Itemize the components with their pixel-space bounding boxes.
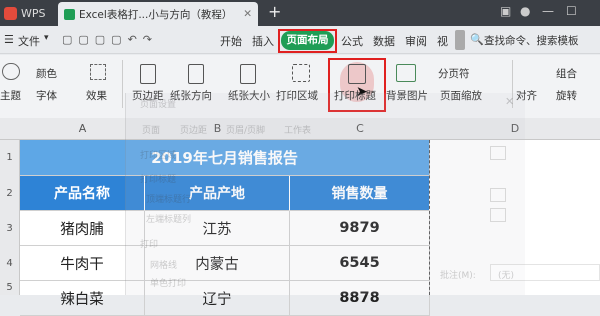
tab-review[interactable]: 审阅 [405,33,427,49]
avatar[interactable]: ● [520,4,530,18]
dialog-tab[interactable]: 页面 [142,123,160,136]
chevron-down-icon[interactable]: ▾ [44,33,49,43]
group-button[interactable]: 组合 [556,66,577,81]
maximize-icon[interactable]: ☐ [566,4,577,18]
wps-logo-icon [4,7,17,20]
command-search-input[interactable]: 查找命令、搜索模板 [484,33,579,48]
corner-select[interactable] [0,118,20,140]
page-break-button[interactable]: 分页符 [438,66,470,81]
dialog-title: 页面设置 [140,100,177,110]
paper-size-icon [240,64,256,84]
close-tab-icon[interactable]: ✕ [243,8,252,20]
rotate-button[interactable]: 旋转 [556,88,577,103]
print-area-icon [292,64,310,82]
tab-insert[interactable]: 插入 [252,33,274,49]
print-label: 打印 [140,240,159,250]
quick-access-toolbar[interactable]: ▢▢▢▢↶↷ [62,33,158,46]
tab-home[interactable]: 开始 [220,33,242,49]
row-header[interactable]: 3 [0,211,20,246]
wps-tab-label: WPS [21,7,46,20]
tab-page-layout[interactable]: 页面布局 [281,31,334,50]
dialog-tab[interactable]: 工作表 [284,123,311,136]
orientation-icon [188,64,204,84]
row-header[interactable]: 2 [0,176,20,211]
sidebar-toggle-icon[interactable]: ▣ [500,4,511,18]
collapse-icon[interactable] [490,208,506,222]
wps-home-tab[interactable]: WPS [0,3,50,24]
collapse-icon[interactable] [490,188,506,202]
gridlines-checkbox[interactable]: 网格线 [150,258,177,271]
comments-label: 批注(M): [440,271,476,281]
hamburger-icon[interactable]: ☰ [4,33,14,46]
effect-icon [90,64,106,80]
theme-icon[interactable] [2,63,20,80]
tab-scroll-button[interactable] [455,30,465,50]
tab-formula[interactable]: 公式 [341,33,363,49]
document-tab-label: Excel表格打...小与方向（教程） [79,8,233,21]
new-tab-button[interactable]: + [268,2,281,21]
color-button[interactable]: 颜色 [36,66,57,81]
divider [122,60,123,108]
close-icon[interactable]: ✕ [505,95,514,108]
minimize-icon[interactable]: — [542,4,554,18]
comments-select-value: (无) [498,271,515,281]
top-row-label: 顶端标题行 [146,195,192,205]
mono-print-checkbox[interactable]: 单色打印 [150,276,186,289]
margin-icon [140,64,156,84]
row-header[interactable]: 5 [0,281,20,295]
background-image-icon [396,64,416,82]
print-area-label: 打印区域 [140,151,177,161]
tab-view[interactable]: 视 [437,33,448,49]
row-header[interactable]: 4 [0,246,20,281]
search-icon[interactable]: 🔍 [470,33,484,46]
font-button[interactable]: 字体 [36,88,57,103]
left-col-label: 左端标题列 [146,215,192,225]
file-menu[interactable]: 文件 [18,33,40,49]
dialog-tab[interactable]: 页眉/页脚 [226,123,265,136]
spreadsheet-icon [64,8,75,20]
theme-button[interactable]: 主题 [0,88,21,103]
collapse-icon[interactable] [490,146,506,160]
row-header[interactable]: 1 [0,140,20,176]
effect-button[interactable]: 效果 [86,88,107,103]
dialog-tab[interactable]: 页边距 [180,123,207,136]
print-title-label: 打印标题 [140,175,177,185]
tab-data[interactable]: 数据 [373,33,395,49]
document-tab[interactable]: Excel表格打...小与方向（教程） ✕ [58,2,258,26]
print-title-icon [348,64,366,84]
